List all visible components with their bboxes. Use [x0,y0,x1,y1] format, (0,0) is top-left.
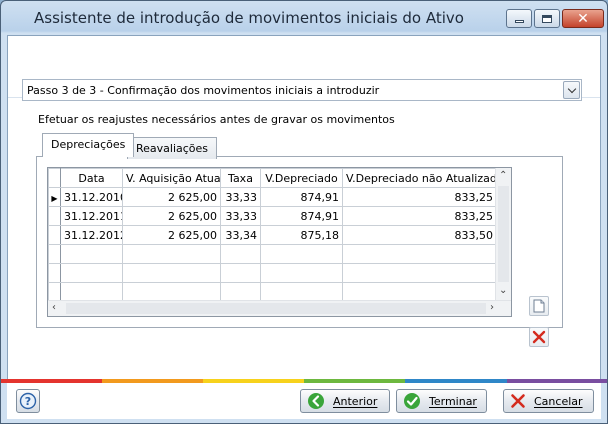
finish-button[interactable]: Terminar [396,389,487,413]
scroll-right-icon[interactable]: › [490,303,494,313]
column-header-data[interactable]: Data [60,168,123,188]
cell-valor-aquisicao[interactable]: 2 625,00 [122,206,221,226]
grid-content: Data V. Aquisição Atual Taxa V.Depreciad… [48,168,497,302]
previous-button[interactable]: Anterior [300,389,390,413]
delete-row-button[interactable] [529,327,549,347]
finish-button-label: Terminar [429,394,477,408]
scroll-up-icon[interactable]: ⌃ [499,171,507,181]
minimize-icon [514,20,524,23]
row-indicator [48,225,61,245]
cell-taxa[interactable]: 33,33 [220,206,261,226]
cell-data[interactable]: 31.12.2012 [60,225,123,245]
maximize-icon [542,14,552,23]
cell-valor-depreciado-nao-atualizado[interactable]: 833,50 [342,225,497,245]
row-indicator [48,206,61,226]
close-button[interactable]: ✕ [562,9,604,28]
maximize-button[interactable] [534,9,560,28]
current-row-indicator: ▶ [48,187,61,207]
empty-row [48,282,497,302]
column-header-valor-depreciado-nao-atualizado[interactable]: V.Depreciado não Atualizado [342,168,497,188]
vertical-scroll-thumb[interactable] [498,186,509,282]
delete-x-icon [532,330,546,344]
minimize-button[interactable] [506,9,532,28]
depreciation-table: Data V. Aquisição Atual Taxa V.Depreciad… [48,168,497,302]
cell-data[interactable]: 31.12.2011 [60,206,123,226]
chevron-down-icon [567,84,576,93]
grid-vertical-scrollbar[interactable]: ⌃ ⌄ [495,168,511,300]
table-row[interactable]: 31.12.2011 2 625,00 33,33 874,91 833,25 [48,206,497,226]
depreciation-grid[interactable]: Data V. Aquisição Atual Taxa V.Depreciad… [47,167,512,317]
grid-header-row: Data V. Aquisição Atual Taxa V.Depreciad… [48,168,497,188]
cancel-x-icon [511,394,525,408]
title-bar[interactable]: Assistente de introdução de movimentos i… [1,1,607,35]
step-selector-dropdown-button[interactable] [563,81,580,99]
column-header-valor-depreciado[interactable]: V.Depreciado [260,168,343,188]
empty-row [48,263,497,283]
empty-row [48,244,497,264]
cancel-button[interactable]: Cancelar [503,389,594,413]
wizard-window: Assistente de introdução de movimentos i… [0,0,608,424]
column-header-valor-aquisicao[interactable]: V. Aquisição Atual [122,168,221,188]
help-icon: ? [19,392,37,410]
wizard-footer: ? Anterior Terminar Cancelar [7,383,601,419]
table-row[interactable]: 31.12.2012 2 625,00 33,34 875,18 833,50 [48,225,497,245]
new-document-icon [533,299,545,313]
cell-valor-aquisicao[interactable]: 2 625,00 [122,225,221,245]
scroll-down-icon[interactable]: ⌄ [499,286,507,296]
close-icon: ✕ [577,10,589,27]
column-header-taxa[interactable]: Taxa [220,168,261,188]
step-selector[interactable]: Passo 3 de 3 - Confirmação dos movimento… [22,79,582,101]
cancel-button-label: Cancelar [534,394,583,408]
checkmark-icon [404,393,420,409]
horizontal-scroll-thumb[interactable] [66,303,486,314]
grid-horizontal-scrollbar[interactable]: ‹ › [48,300,511,316]
arrow-left-icon [308,393,324,409]
cell-valor-aquisicao[interactable]: 2 625,00 [122,187,221,207]
scroll-left-icon[interactable]: ‹ [52,303,56,313]
cell-taxa[interactable]: 33,34 [220,225,261,245]
cell-data[interactable]: 31.12.2010 [60,187,123,207]
table-row[interactable]: ▶ 31.12.2010 2 625,00 33,33 874,91 833,2… [48,187,497,207]
row-indicator-header [48,168,61,188]
cell-valor-depreciado-nao-atualizado[interactable]: 833,25 [342,206,497,226]
new-row-button[interactable] [529,296,549,316]
cell-valor-depreciado[interactable]: 874,91 [260,187,343,207]
window-title: Assistente de introdução de movimentos i… [34,9,464,27]
previous-button-label: Anterior [333,394,378,408]
cell-valor-depreciado[interactable]: 874,91 [260,206,343,226]
help-button[interactable]: ? [16,389,40,413]
cell-valor-depreciado-nao-atualizado[interactable]: 833,25 [342,187,497,207]
cell-valor-depreciado[interactable]: 875,18 [260,225,343,245]
instruction-text: Efetuar os reajustes necessários antes d… [38,113,395,126]
cell-taxa[interactable]: 33,33 [220,187,261,207]
step-selector-value: Passo 3 de 3 - Confirmação dos movimento… [27,84,380,97]
svg-text:?: ? [25,395,31,408]
tab-depreciacoes[interactable]: Depreciações [42,133,135,157]
row-pointer-icon: ▶ [51,193,58,203]
tab-reavaliacoes[interactable]: Reavaliações [127,137,218,159]
